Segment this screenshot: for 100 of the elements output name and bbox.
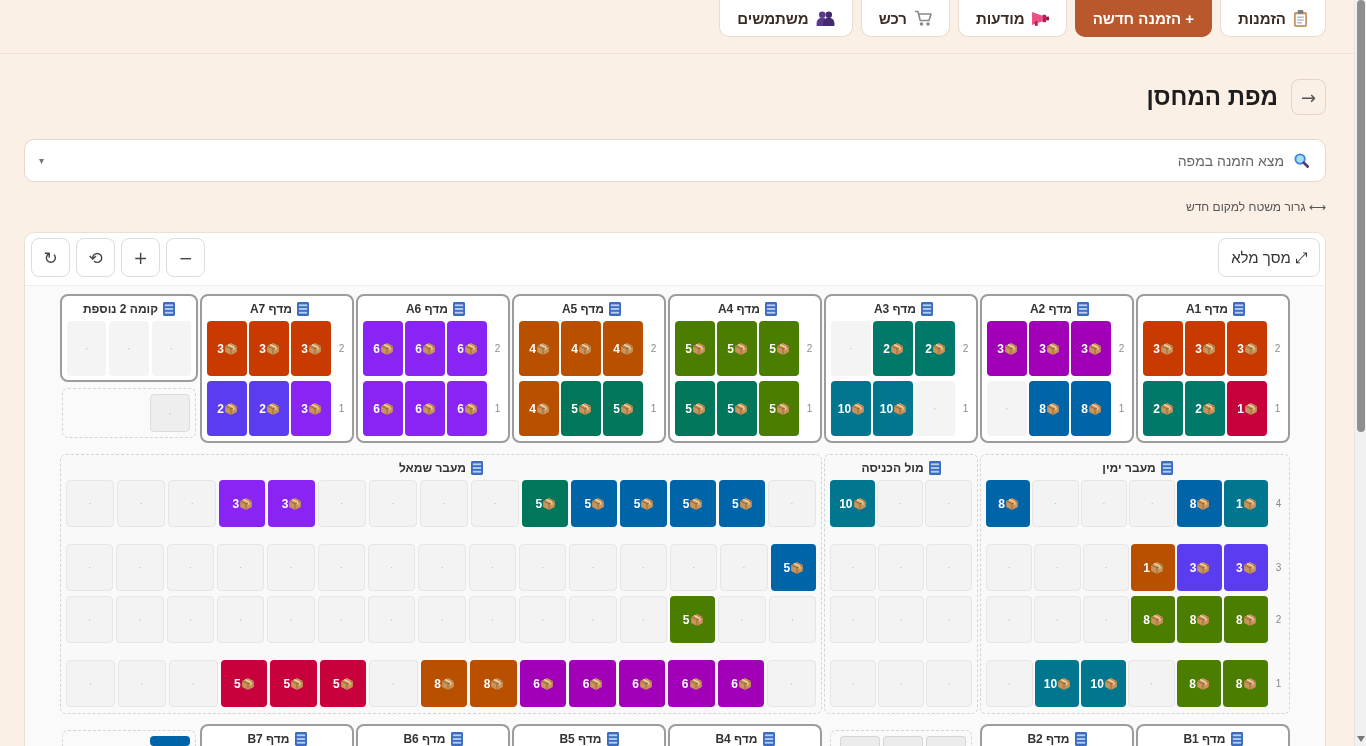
pallet[interactable]: 3	[268, 480, 315, 527]
pallet[interactable]: 3	[1143, 321, 1183, 376]
pallet[interactable]: 5	[561, 381, 601, 436]
pallet[interactable]: 6	[717, 660, 765, 707]
pallet[interactable]: 3	[1071, 321, 1111, 376]
scrollbar[interactable]	[1354, 0, 1366, 746]
pallet[interactable]: 4	[519, 381, 559, 436]
pallet[interactable]: 5	[620, 480, 667, 527]
pallet[interactable]: 5	[670, 596, 716, 643]
pallet[interactable]: 5	[770, 544, 816, 591]
package-icon	[1104, 677, 1117, 690]
pallet[interactable]: 4	[561, 321, 601, 376]
pallet[interactable]: 8	[1177, 480, 1222, 527]
pallet[interactable]: 2	[249, 381, 289, 436]
search-field[interactable]: מצא הזמנה במפה ▾	[24, 139, 1326, 182]
pallet[interactable]: 8	[1223, 660, 1268, 707]
pallet[interactable]: 2	[1143, 381, 1183, 436]
pallet[interactable]: 6	[363, 321, 403, 376]
nav-button[interactable]: מודעות	[957, 0, 1067, 37]
pallet[interactable]: 3	[291, 321, 331, 376]
empty-slot: ·	[830, 660, 876, 707]
pallet[interactable]: 5	[675, 321, 715, 376]
pallet[interactable]: 3	[249, 321, 289, 376]
pallet[interactable]: 3	[1227, 321, 1267, 376]
package-icon	[291, 677, 304, 690]
shelf-title: קומה 2 נוספת	[82, 301, 159, 316]
pallet[interactable]: 8	[986, 480, 1031, 527]
empty-slot: ·	[767, 480, 816, 527]
pallet[interactable]: 6	[447, 321, 487, 376]
nav-button[interactable]: הזמנות	[1220, 0, 1326, 37]
pallet[interactable]: 6	[405, 381, 445, 436]
shelf-title: מדף B7	[247, 731, 290, 746]
shelf-icon	[1074, 731, 1087, 746]
reset-view-button[interactable]: ⟲	[76, 238, 115, 277]
pallet[interactable]: 3	[1185, 321, 1225, 376]
pallet[interactable]: 8	[1071, 381, 1111, 436]
pallet[interactable]: 6	[405, 321, 445, 376]
pallet[interactable]: 8	[1131, 596, 1176, 643]
pallet[interactable]: 10	[1034, 660, 1080, 707]
pallet[interactable]: 1	[1227, 381, 1267, 436]
pallet[interactable]: 6	[363, 381, 403, 436]
pallet[interactable]	[150, 736, 190, 746]
level-number: 1	[805, 402, 814, 415]
pallet[interactable]: 8	[1177, 596, 1222, 643]
zoom-out-button[interactable]: −	[166, 238, 205, 277]
fullscreen-button[interactable]: ⤢ מסך מלא	[1218, 238, 1320, 277]
package-icon	[340, 677, 353, 690]
pallet[interactable]: 6	[668, 660, 715, 707]
pallet[interactable]: 6	[569, 660, 616, 707]
nav-button[interactable]: משתמשים	[719, 0, 853, 37]
pallet[interactable]: 5	[717, 321, 757, 376]
caret-icon[interactable]: ▾	[39, 155, 45, 166]
pallet[interactable]: 5	[759, 381, 799, 436]
pallet[interactable]: 3	[1177, 544, 1222, 591]
pallet[interactable]: 8	[1176, 660, 1222, 707]
pallet[interactable]: 5	[759, 321, 799, 376]
pallet[interactable]: 3	[207, 321, 247, 376]
pallet[interactable]: 3	[987, 321, 1027, 376]
pallet[interactable]: 4	[603, 321, 643, 376]
pallet[interactable]: 5	[675, 381, 715, 436]
pallet[interactable]: 3	[1029, 321, 1069, 376]
pallet[interactable]: 5	[717, 381, 757, 436]
pallet[interactable]: 3	[1223, 544, 1268, 591]
pallet[interactable]: 5	[270, 660, 317, 707]
arrow-down-icon[interactable]	[1356, 736, 1365, 742]
pallet[interactable]: 10	[831, 381, 871, 436]
pallet[interactable]: 8	[1223, 596, 1268, 643]
pallet[interactable]: 2	[873, 321, 913, 376]
pallet[interactable]: 5	[522, 480, 569, 527]
pallet[interactable]: 1	[1131, 544, 1176, 591]
back-button[interactable]: →	[1291, 79, 1326, 115]
pallet[interactable]: 5	[669, 480, 716, 527]
package-icon	[852, 402, 865, 415]
shelf-icon	[1230, 731, 1243, 746]
pallet[interactable]: 8	[420, 660, 468, 707]
pallet[interactable]: 5	[319, 660, 367, 707]
pallet[interactable]: 5	[220, 660, 268, 707]
pallet[interactable]: 3	[219, 480, 266, 527]
pallet[interactable]: 4	[519, 321, 559, 376]
zoom-in-button[interactable]: +	[121, 238, 160, 277]
rotate-button[interactable]: ↻	[31, 238, 70, 277]
pallet[interactable]: 8	[1029, 381, 1069, 436]
pallet[interactable]: 8	[470, 660, 517, 707]
pallet[interactable]: 10	[830, 480, 875, 527]
pallet[interactable]: 6	[447, 381, 487, 436]
pallet[interactable]: 3	[291, 381, 331, 436]
pallet[interactable]: 2	[915, 321, 955, 376]
pallet[interactable]: 2	[1185, 381, 1225, 436]
pallet[interactable]: 2	[207, 381, 247, 436]
pallet[interactable]: 1	[1223, 480, 1268, 527]
pallet[interactable]: 5	[718, 480, 765, 527]
nav-button[interactable]: רכש	[860, 0, 950, 37]
pallet[interactable]: 5	[603, 381, 643, 436]
pallet[interactable]: 6	[519, 660, 567, 707]
pallet[interactable]: 5	[571, 480, 618, 527]
scrollbar-thumb[interactable]	[1356, 0, 1365, 432]
new-order-button[interactable]: + הזמנה חדשה	[1074, 0, 1213, 37]
pallet[interactable]: 10	[873, 381, 913, 436]
pallet[interactable]: 10	[1081, 660, 1126, 707]
pallet[interactable]: 6	[618, 660, 666, 707]
